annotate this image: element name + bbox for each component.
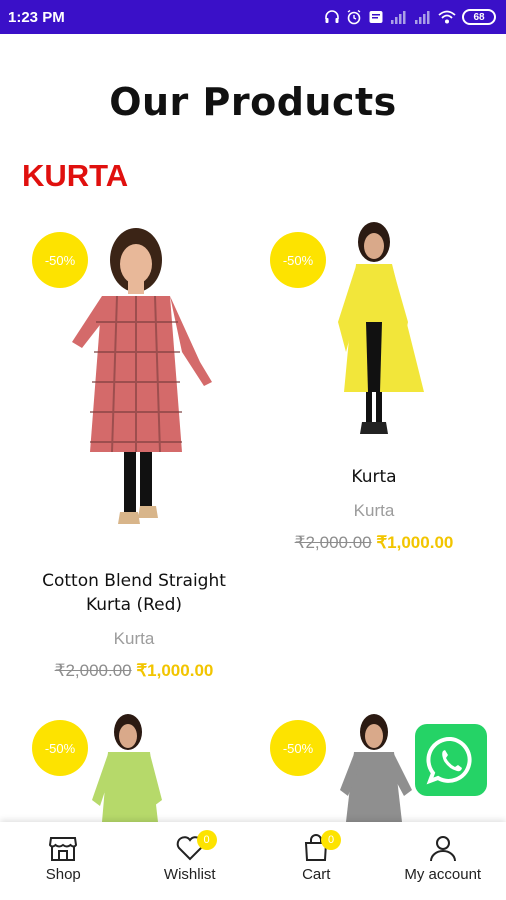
cart-count-badge: 0 (321, 830, 341, 850)
product-category: Kurta (353, 501, 395, 520)
nav-cart[interactable]: 0 Cart (253, 822, 380, 900)
sale-price: ₹1,000.00 (136, 661, 214, 680)
old-price: ₹2,000.00 (54, 661, 132, 680)
sale-price: ₹1,000.00 (376, 533, 454, 552)
headphones-icon (325, 10, 339, 23)
user-icon (429, 836, 456, 862)
wishlist-count-badge: 0 (196, 830, 217, 850)
product-card[interactable]: -50% Kurta Kurta ₹2,000.00 ₹1,000.00 (262, 222, 486, 553)
status-icons: 68 (324, 9, 496, 25)
nav-wishlist[interactable]: 0 Wishlist (127, 822, 254, 900)
product-category: Kurta (113, 629, 155, 648)
nav-shop-label: Shop (45, 866, 81, 883)
nav-shop[interactable]: Shop (0, 822, 127, 900)
discount-badge: -50% (32, 720, 88, 776)
old-price: ₹2,000.00 (294, 533, 372, 552)
discount-badge: -50% (270, 232, 326, 288)
page-title: Our Products (109, 80, 397, 124)
status-time: 1:23 PM (8, 8, 65, 26)
status-bar: 1:23 PM 68 (0, 0, 506, 34)
category-title: KURTA (22, 158, 129, 193)
discount-badge: -50% (32, 232, 88, 288)
bottom-nav: Shop 0 Wishlist 0 Cart My account (0, 822, 506, 900)
whatsapp-button[interactable] (415, 724, 487, 796)
battery-indicator: 68 (462, 9, 496, 25)
wifi-icon (438, 10, 456, 24)
product-price: ₹2,000.00 ₹1,000.00 (262, 533, 486, 553)
nav-wishlist-label: Wishlist (163, 866, 216, 883)
message-icon (369, 11, 383, 23)
product-name[interactable]: Kurta (262, 465, 486, 489)
whatsapp-icon (426, 736, 472, 785)
product-card[interactable]: -50% (22, 710, 246, 822)
product-card[interactable]: -50% Cotton Blend Straight Kurta (Red) K… (22, 222, 246, 681)
product-price: ₹2,000.00 ₹1,000.00 (22, 661, 246, 681)
signal-icon (391, 11, 406, 24)
signal-2-icon (415, 11, 430, 24)
discount-badge: -50% (270, 720, 326, 776)
product-name[interactable]: Cotton Blend Straight Kurta (Red) (22, 569, 246, 617)
nav-cart-label: Cart (302, 866, 331, 883)
nav-account-label: My account (404, 866, 482, 883)
store-icon (49, 837, 78, 861)
alarm-icon (347, 9, 361, 25)
nav-account[interactable]: My account (380, 822, 506, 900)
